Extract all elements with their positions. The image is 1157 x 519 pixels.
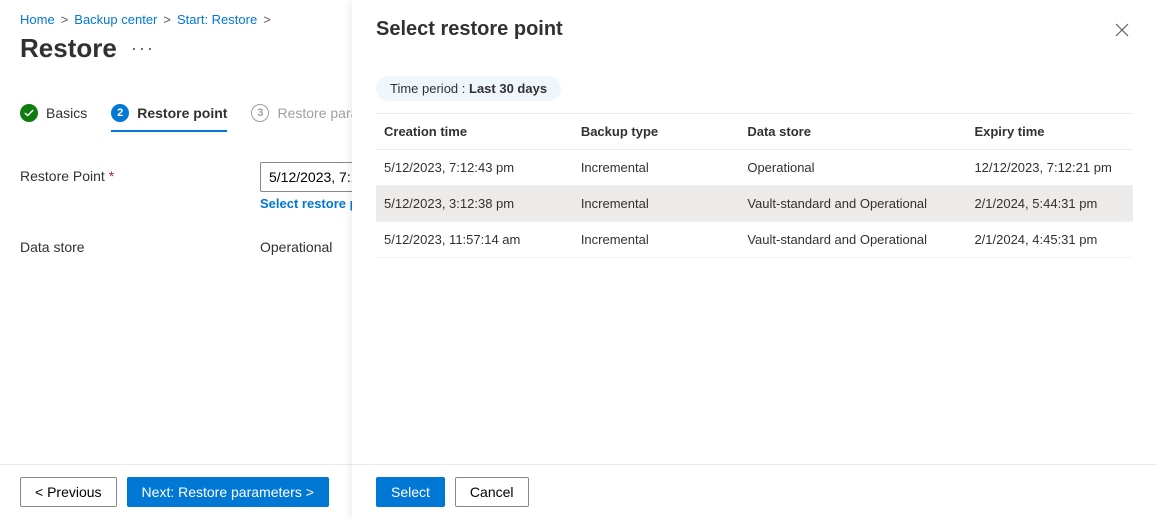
flyout-body: Time period : Last 30 days Creation time… <box>352 56 1157 464</box>
tab-label: Restore point <box>137 105 227 121</box>
data-store-value: Operational <box>260 233 332 255</box>
page-title: Restore <box>20 33 117 64</box>
cell-store: Operational <box>739 150 966 186</box>
breadcrumb-separator: > <box>263 12 271 27</box>
pill-prefix: Time period : <box>390 81 469 96</box>
breadcrumb-separator: > <box>163 12 171 27</box>
close-icon[interactable] <box>1111 18 1133 44</box>
pill-value: Last 30 days <box>469 81 547 96</box>
breadcrumb-start-restore[interactable]: Start: Restore <box>177 12 257 27</box>
col-data-store[interactable]: Data store <box>739 114 966 150</box>
select-restore-point-flyout: Select restore point Time period : Last … <box>352 0 1157 519</box>
label-text: Restore Point <box>20 168 105 184</box>
tab-label: Basics <box>46 105 87 121</box>
table-row[interactable]: 5/12/2023, 3:12:38 pmIncrementalVault-st… <box>376 186 1133 222</box>
table-row[interactable]: 5/12/2023, 11:57:14 amIncrementalVault-s… <box>376 222 1133 258</box>
cell-store: Vault-standard and Operational <box>739 186 966 222</box>
flyout-footer: Select Cancel <box>352 464 1157 519</box>
cell-type: Incremental <box>573 150 740 186</box>
restore-point-table: Creation time Backup type Data store Exp… <box>376 113 1133 258</box>
flyout-title: Select restore point <box>376 18 563 41</box>
previous-button[interactable]: < Previous <box>20 477 117 507</box>
cell-creation: 5/12/2023, 7:12:43 pm <box>376 150 573 186</box>
cell-store: Vault-standard and Operational <box>739 222 966 258</box>
tab-restore-point[interactable]: 2 Restore point <box>111 104 227 132</box>
select-button[interactable]: Select <box>376 477 445 507</box>
restore-point-label: Restore Point * <box>20 162 260 184</box>
breadcrumb-separator: > <box>61 12 69 27</box>
next-button[interactable]: Next: Restore parameters > <box>127 477 329 507</box>
cell-expiry: 12/12/2023, 7:12:21 pm <box>966 150 1133 186</box>
col-backup-type[interactable]: Backup type <box>573 114 740 150</box>
col-creation-time[interactable]: Creation time <box>376 114 573 150</box>
table-header-row: Creation time Backup type Data store Exp… <box>376 114 1133 150</box>
cell-type: Incremental <box>573 222 740 258</box>
cancel-button[interactable]: Cancel <box>455 477 529 507</box>
data-store-label: Data store <box>20 233 260 255</box>
cell-type: Incremental <box>573 186 740 222</box>
step-number-icon: 2 <box>111 104 129 122</box>
cell-expiry: 2/1/2024, 5:44:31 pm <box>966 186 1133 222</box>
flyout-header: Select restore point <box>352 0 1157 56</box>
check-icon <box>20 104 38 122</box>
time-period-pill[interactable]: Time period : Last 30 days <box>376 76 561 101</box>
tab-basics[interactable]: Basics <box>20 104 87 132</box>
col-expiry-time[interactable]: Expiry time <box>966 114 1133 150</box>
step-number-icon: 3 <box>251 104 269 122</box>
table-row[interactable]: 5/12/2023, 7:12:43 pmIncrementalOperatio… <box>376 150 1133 186</box>
cell-creation: 5/12/2023, 3:12:38 pm <box>376 186 573 222</box>
breadcrumb-backup-center[interactable]: Backup center <box>74 12 157 27</box>
breadcrumb-home[interactable]: Home <box>20 12 55 27</box>
cell-expiry: 2/1/2024, 4:45:31 pm <box>966 222 1133 258</box>
cell-creation: 5/12/2023, 11:57:14 am <box>376 222 573 258</box>
required-asterisk: * <box>109 168 114 184</box>
more-actions-icon[interactable]: ··· <box>131 38 155 59</box>
